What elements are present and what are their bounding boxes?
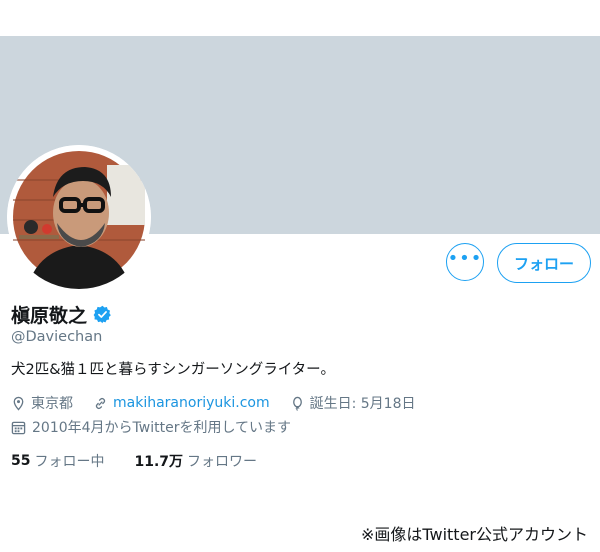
location-pin-icon xyxy=(13,396,24,411)
image-credit-caption: ※画像はTwitter公式アカウント xyxy=(360,525,588,544)
followers-label[interactable]: フォロワー xyxy=(187,451,257,471)
balloon-icon xyxy=(292,396,302,411)
handle: @Daviechan xyxy=(11,329,103,345)
following-label[interactable]: フォロー中 xyxy=(34,451,104,471)
joined-row: 2010年4月からTwitterを利用しています xyxy=(11,417,291,437)
avatar[interactable] xyxy=(7,145,151,289)
website-link[interactable]: makiharanoriyuki.com xyxy=(113,395,270,411)
bio: 犬2匹&猫１匹と暮らすシンガーソングライター。 xyxy=(11,362,336,378)
following-count[interactable]: 55 xyxy=(11,453,30,469)
joined-text: 2010年4月からTwitterを利用しています xyxy=(32,420,292,436)
verified-badge-icon xyxy=(93,305,111,324)
followers-count[interactable]: 11.7万 xyxy=(134,451,183,471)
more-options-button[interactable]: ••• xyxy=(446,243,484,281)
calendar-icon xyxy=(11,421,26,434)
birthday-text: 誕生日: 5月18日 xyxy=(309,396,416,412)
follow-button[interactable]: フォロー xyxy=(497,243,591,283)
display-name-row: 槇原敬之 xyxy=(11,301,112,328)
link-icon xyxy=(95,397,106,409)
more-options-icon: ••• xyxy=(447,248,483,269)
display-name: 槇原敬之 xyxy=(11,305,88,327)
profile-meta: 東京都 makiharanoriyuki.com 誕生日: 5月18日 xyxy=(11,393,415,413)
profile-stats: 55 フォロー中 11.7万 フォロワー xyxy=(11,451,257,471)
location-text: 東京都 xyxy=(31,396,73,412)
